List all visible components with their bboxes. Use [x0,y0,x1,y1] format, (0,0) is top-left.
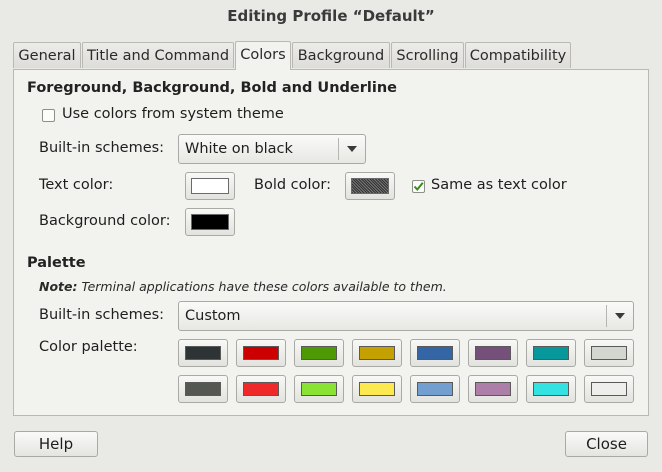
tab-background[interactable]: Background [292,42,390,68]
tab-label: Background [297,48,385,64]
palette-color-button-8[interactable] [584,339,634,367]
fg-scheme-label: Built-in schemes: [39,140,165,156]
palette-color-button-9[interactable] [178,375,228,403]
palette-color-swatch [359,346,395,360]
tab-label: Compatibility [469,48,567,64]
palette-color-swatch [591,382,627,396]
bold-color-button [345,172,395,200]
same-as-text-label[interactable]: Same as text color [431,177,567,193]
palette-scheme-combo[interactable]: Custom [178,301,634,331]
palette-color-swatch [591,346,627,360]
palette-note-text: Terminal applications have these colors … [81,279,447,294]
palette-color-button-6[interactable] [468,339,518,367]
palette-color-swatch [301,382,337,396]
palette-color-button-15[interactable] [526,375,576,403]
palette-color-button-7[interactable] [526,339,576,367]
palette-color-button-14[interactable] [468,375,518,403]
background-color-label: Background color: [39,213,171,229]
close-button[interactable]: Close [565,431,648,457]
fg-scheme-value: White on black [185,141,293,157]
text-color-label: Text color: [39,177,114,193]
palette-color-swatch [417,346,453,360]
palette-color-swatch [185,382,221,396]
tab-label: Scrolling [396,48,459,64]
palette-color-button-13[interactable] [410,375,460,403]
chevron-down-icon [606,305,633,327]
palette-color-button-11[interactable] [294,375,344,403]
use-system-colors-label[interactable]: Use colors from system theme [62,106,284,122]
palette-color-swatch [359,382,395,396]
help-button[interactable]: Help [14,431,98,457]
palette-color-swatch [301,346,337,360]
text-color-swatch [191,178,229,194]
color-palette-grid [178,339,634,405]
palette-color-button-16[interactable] [584,375,634,403]
palette-color-button-5[interactable] [410,339,460,367]
palette-color-swatch [185,346,221,360]
tab-compatibility[interactable]: Compatibility [465,42,571,68]
background-color-button[interactable] [185,208,235,236]
palette-section-heading: Palette [27,255,86,271]
palette-color-button-1[interactable] [178,339,228,367]
palette-note-bold: Note: [39,279,78,294]
fg-section-heading: Foreground, Background, Bold and Underli… [27,80,397,96]
tab-general[interactable]: General [13,42,81,68]
palette-scheme-label: Built-in schemes: [39,307,165,323]
palette-color-swatch [243,346,279,360]
palette-color-button-2[interactable] [236,339,286,367]
palette-scheme-value: Custom [185,308,241,324]
tab-label: General [18,48,76,64]
palette-color-swatch [475,346,511,360]
tab-title-and-command[interactable]: Title and Command [82,42,234,68]
checkmark-icon [413,182,424,192]
color-palette-label: Color palette: [39,339,138,355]
palette-color-swatch [243,382,279,396]
palette-color-swatch [417,382,453,396]
palette-color-swatch [533,346,569,360]
palette-color-button-12[interactable] [352,375,402,403]
tab-scrolling[interactable]: Scrolling [391,42,464,68]
bold-color-swatch [351,178,389,194]
palette-color-swatch [475,382,511,396]
use-system-colors-checkbox[interactable] [42,109,55,122]
palette-color-button-4[interactable] [352,339,402,367]
text-color-button[interactable] [185,172,235,200]
window-title: Editing Profile “Default” [227,7,435,25]
bold-color-label: Bold color: [254,177,331,193]
palette-note: Note: Terminal applications have these c… [39,279,447,294]
fg-scheme-combo[interactable]: White on black [178,134,366,164]
chevron-down-icon [338,138,365,160]
tab-label: Title and Command [86,48,230,64]
palette-color-button-10[interactable] [236,375,286,403]
palette-color-button-3[interactable] [294,339,344,367]
background-color-swatch [191,214,229,230]
tab-colors[interactable]: Colors [235,41,291,70]
tab-label: Colors [240,47,286,63]
palette-color-swatch [533,382,569,396]
same-as-text-checkbox[interactable] [412,180,425,193]
